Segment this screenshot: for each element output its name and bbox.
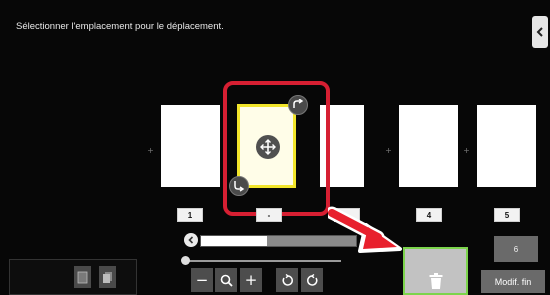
single-page-view-button[interactable] bbox=[74, 266, 91, 288]
zoom-out-button[interactable]: − bbox=[191, 268, 213, 292]
highlight-box bbox=[223, 81, 330, 216]
chevron-left-icon bbox=[188, 236, 194, 244]
instruction-text: Sélectionner l'emplacement pour le dépla… bbox=[16, 21, 224, 32]
chevron-left-icon bbox=[536, 27, 543, 37]
page-thumbnail-1[interactable] bbox=[161, 105, 220, 187]
insert-position-marker[interactable]: + bbox=[147, 147, 154, 155]
page-number-label: 1 bbox=[177, 208, 203, 222]
stacked-pages-icon bbox=[103, 271, 112, 283]
magnifier-icon bbox=[220, 274, 233, 287]
page-thumbnail-5[interactable] bbox=[477, 105, 536, 187]
insert-position-marker[interactable]: + bbox=[385, 147, 392, 155]
scrollbar-thumb[interactable] bbox=[201, 236, 267, 246]
multi-page-view-button[interactable] bbox=[99, 266, 116, 288]
zoom-button[interactable] bbox=[215, 268, 237, 292]
zoom-slider-track[interactable] bbox=[185, 260, 341, 262]
page-count-indicator: 6 bbox=[494, 236, 538, 262]
view-mode-panel bbox=[9, 259, 137, 295]
trash-icon bbox=[429, 273, 442, 289]
zoom-slider-knob[interactable] bbox=[181, 256, 190, 265]
page-number-label: - bbox=[256, 208, 282, 222]
collapse-panel-button[interactable] bbox=[532, 16, 548, 48]
finish-edit-button[interactable]: Modif. fin bbox=[481, 270, 545, 293]
red-arrow-annotation bbox=[328, 206, 402, 253]
insert-position-marker[interactable]: + bbox=[463, 147, 470, 155]
page-number-label: 4 bbox=[416, 208, 442, 222]
rotate-left-button[interactable] bbox=[276, 268, 298, 292]
rotate-right-button[interactable] bbox=[301, 268, 323, 292]
rotate-right-icon bbox=[306, 273, 317, 286]
delete-drop-zone[interactable] bbox=[403, 247, 468, 295]
rotate-left-icon bbox=[282, 273, 293, 286]
zoom-in-button[interactable]: + bbox=[240, 268, 262, 292]
page-view-icon bbox=[77, 271, 88, 283]
page-number-label: 5 bbox=[494, 208, 520, 222]
page-edit-screen: Sélectionner l'emplacement pour le dépla… bbox=[0, 0, 550, 295]
page-thumbnail-4[interactable] bbox=[399, 105, 458, 187]
scroll-left-button[interactable] bbox=[184, 233, 198, 247]
